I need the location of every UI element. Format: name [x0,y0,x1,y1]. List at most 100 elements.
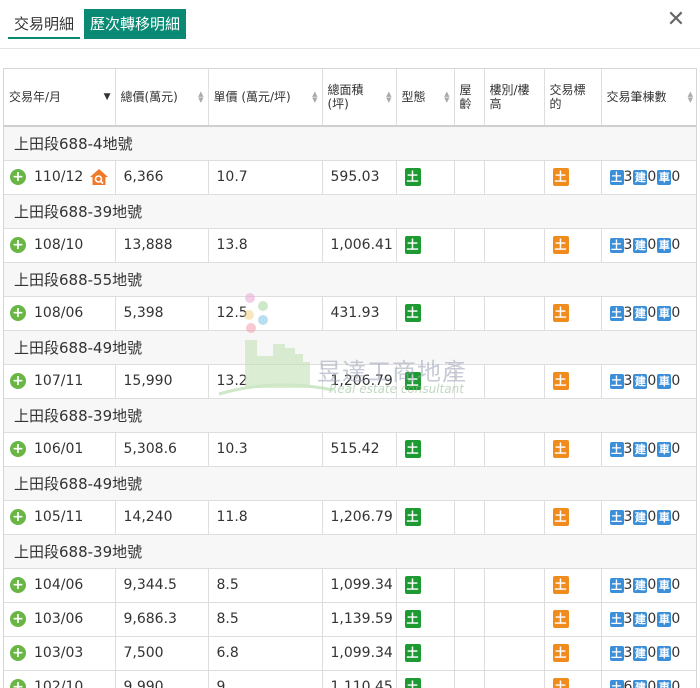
area-cell: 1,099.34 [322,636,397,671]
sort-icon[interactable]: ▲ ▼ [386,91,391,104]
expand-plus-icon[interactable]: + [10,305,26,321]
type-cell: 土 [396,364,455,399]
parking-count-badge: 車 [657,679,672,688]
type-cell: 土 [396,432,455,467]
table-row[interactable]: +105/11 14,240 11.8 1,206.79 土土土 3 建 0 車 0 [4,500,696,535]
building-count: 0 [647,169,657,185]
column-header-1[interactable]: 交易年/月 ▼ [4,69,116,127]
date-cell: +103/03 [4,636,116,671]
house-search-icon[interactable] [89,168,109,186]
table-row[interactable]: +106/01 5,308.6 10.3 515.42 土土土 3 建 0 車 0 [4,432,696,467]
target-badge: 土 [552,644,569,662]
parcel-group-row: 上田段688-39地號 [4,534,696,569]
column-header-3[interactable]: 單價 (萬元/坪) ▲ ▼ [208,69,323,127]
expand-plus-icon[interactable]: + [10,679,26,688]
sort-icon[interactable]: ▲ ▼ [444,91,449,104]
sort-desc-icon[interactable]: ▼ [104,93,111,102]
sort-icon[interactable]: ▲ ▼ [312,91,317,104]
floor-cell [484,602,545,637]
unit-price-cell: 10.7 [208,160,323,195]
expand-plus-icon[interactable]: + [10,645,26,661]
table-row[interactable]: +104/06 9,344.5 8.5 1,099.34 土土土 3 建 0 車 0 [4,568,696,603]
land-count-badge: 土 [609,305,624,321]
target-badge: 土 [552,236,569,254]
type-cell: 土 [396,568,455,603]
table-row[interactable]: +103/06 9,686.3 8.5 1,139.59 土土土 3 建 0 車 0 [4,602,696,637]
transaction-date: 103/03 [34,645,84,661]
type-cell: 土 [396,296,455,331]
expand-plus-icon[interactable]: + [10,373,26,389]
counts-cell: 土3建0車0 [601,296,696,331]
land-count: 3 [623,611,633,627]
land-type-badge: 土 [404,304,421,322]
expand-plus-icon[interactable]: + [10,237,26,253]
table-row[interactable]: +107/11 15,990 13.2 1,206.79 土土土 3 建 0 車 0 [4,364,696,399]
counts-cell: 土3建0車0 [601,228,696,263]
parcel-group-row: 上田段688-39地號 [4,398,696,433]
parking-count-badge: 車 [657,645,672,661]
parcel-group-row: 上田段688-4地號 [4,126,696,161]
table-row[interactable]: +108/10 13,888 13.8 1,006.41 土土土 3 建 0 車 0 [4,228,696,263]
floor-cell [484,500,545,535]
target-cell: 土 [544,160,602,195]
building-count: 0 [647,373,657,389]
expand-plus-icon[interactable]: + [10,441,26,457]
land-count-badge: 土 [609,441,624,457]
building-count-badge: 建 [633,611,648,627]
total-price-cell: 5,398 [115,296,209,331]
parcel-name: 上田段688-4地號 [4,126,696,161]
column-header-4[interactable]: 總面積 (坪) ▲ ▼ [322,69,397,127]
expand-plus-icon[interactable]: + [10,611,26,627]
table-row[interactable]: +103/03 7,500 6.8 1,099.34 土土土 3 建 0 車 0 [4,636,696,671]
expand-plus-icon[interactable]: + [10,509,26,525]
sort-icon[interactable]: ▲ ▼ [198,91,203,104]
column-header-2[interactable]: 總價(萬元) ▲ ▼ [115,69,209,127]
land-type-badge: 土 [404,576,421,594]
date-cell: +110/12 [4,160,116,195]
type-cell: 土 [396,636,455,671]
parking-count-badge: 車 [657,373,672,389]
table-row[interactable]: +102/10 9,990 9 1,110.45 土土土 6 建 0 車 0 [4,670,696,688]
column-header-9[interactable]: 交易筆棟數 ▲ ▼ [601,69,696,127]
building-count-badge: 建 [633,509,648,525]
column-header-label: 總面積 (坪) [327,83,364,111]
transaction-date: 107/11 [34,373,84,389]
target-badge: 土 [552,372,569,390]
expand-plus-icon[interactable]: + [10,577,26,593]
parking-count-badge: 車 [657,305,672,321]
unit-price-cell: 13.8 [208,228,323,263]
area-cell: 1,206.79 [322,364,397,399]
total-price-cell: 15,990 [115,364,209,399]
parking-count: 0 [671,645,681,661]
parcel-name: 上田段688-39地號 [4,194,696,229]
building-count-badge: 建 [633,305,648,321]
age-cell [454,602,485,637]
type-cell: 土 [396,500,455,535]
expand-plus-icon[interactable]: + [10,169,26,185]
parking-count-badge: 車 [657,577,672,593]
target-cell: 土 [544,228,602,263]
floor-cell [484,228,545,263]
target-badge: 土 [552,304,569,322]
parcel-name: 上田段688-39地號 [4,398,696,433]
column-header-5[interactable]: 型態 ▲ ▼ [396,69,455,127]
tab-transaction-detail[interactable]: 交易明細 [8,9,81,39]
sort-icon[interactable]: ▲ ▼ [688,91,693,104]
parking-count-badge: 車 [657,509,672,525]
total-price-cell: 9,344.5 [115,568,209,603]
building-count: 0 [647,679,657,688]
transaction-date: 106/01 [34,441,84,457]
table-row[interactable]: +110/12 6,366 10.7 595.03 土土土 3 建 0 車 0 [4,160,696,195]
building-count: 0 [647,441,657,457]
parking-count: 0 [671,441,681,457]
close-icon[interactable]: ✕ [664,6,688,34]
parcel-name: 上田段688-49地號 [4,330,696,365]
tab-transfer-history[interactable]: 歷次轉移明細 [84,9,187,39]
column-header-label: 交易年/月 [9,90,62,104]
floor-cell [484,432,545,467]
table-row[interactable]: +108/06 5,398 12.5 431.93 土土土 3 建 0 車 0 [4,296,696,331]
age-cell [454,500,485,535]
area-cell: 595.03 [322,160,397,195]
floor-cell [484,296,545,331]
area-cell: 431.93 [322,296,397,331]
